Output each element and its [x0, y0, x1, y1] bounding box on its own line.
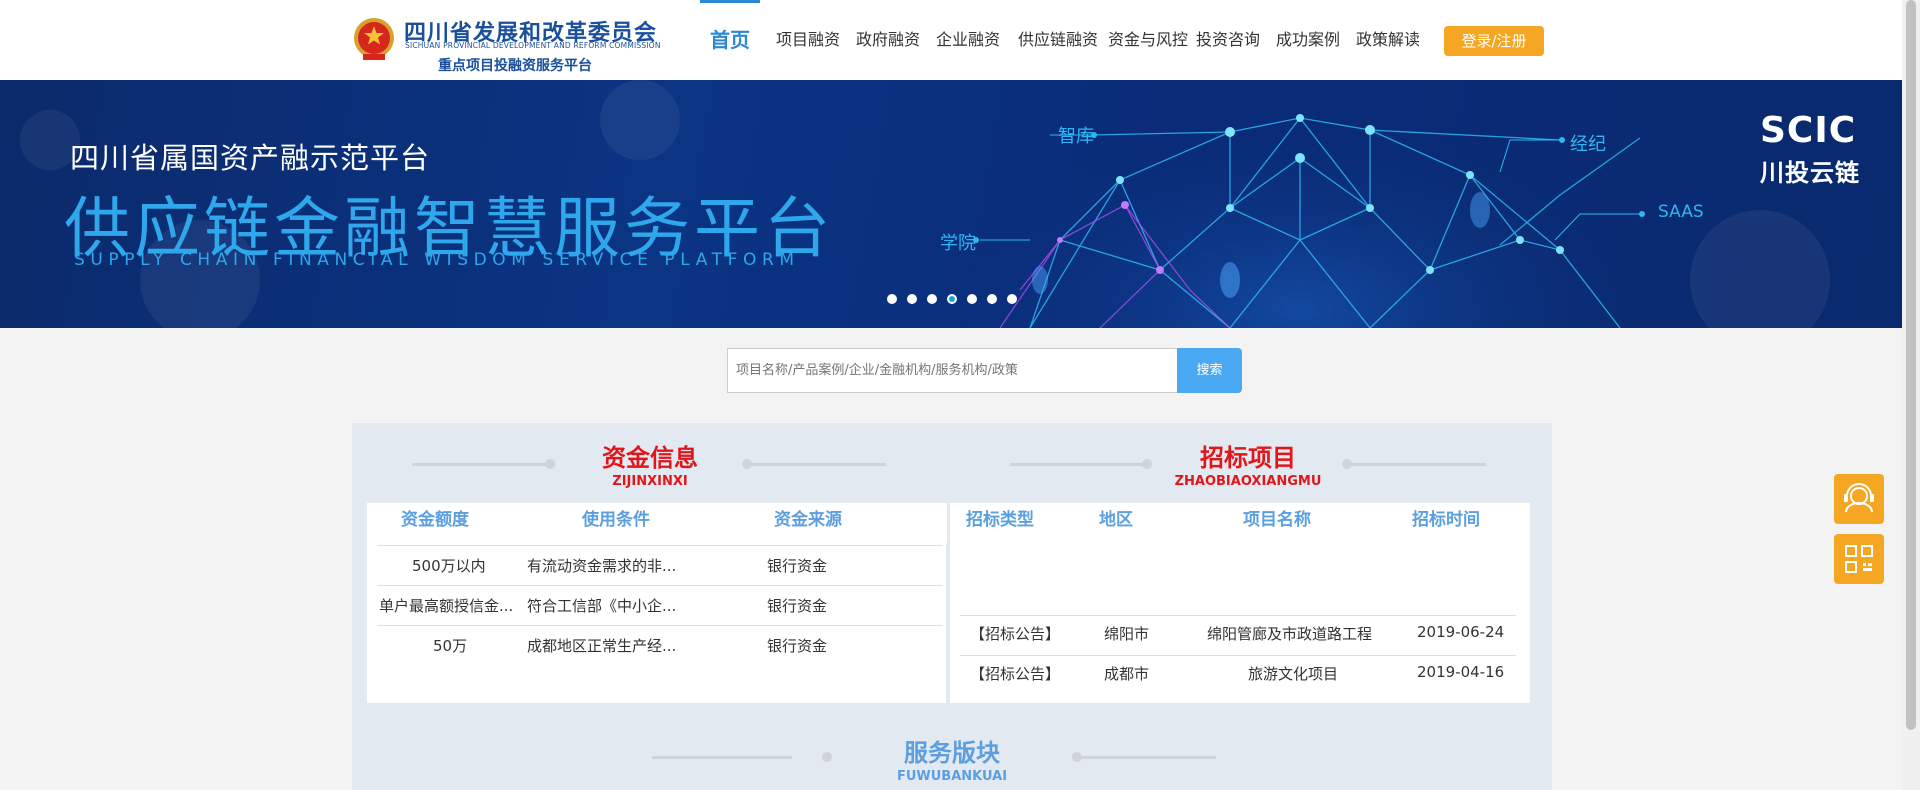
bids-title-cn: 招标项目: [1200, 444, 1296, 472]
bids-cell-project: 旅游文化项目: [1248, 665, 1339, 683]
services-title-cn: 服务版块: [904, 739, 1000, 767]
brand-english: SCIC: [1760, 110, 1857, 151]
funds-cell-source: 银行资金: [767, 597, 828, 615]
banner-label-saas: SAAS: [1658, 202, 1704, 222]
scic-brand-logo: SCIC 川投云链: [1760, 110, 1860, 188]
services-section-title: 服务版块 FUWUBANKUAI: [852, 733, 1052, 784]
funds-table: 资金额度 使用条件 资金来源 500万以内 有流动资金需求的非... 银行资金 …: [367, 503, 947, 703]
national-emblem-icon: [354, 18, 394, 60]
carousel-dot[interactable]: [987, 294, 997, 304]
bids-cell-project: 绵阳管廊及市政道路工程: [1207, 625, 1373, 643]
decor-line: [1346, 463, 1486, 466]
bids-section-title: 招标项目 ZHAOBIAOXIANGMU: [1148, 438, 1348, 489]
bids-col-type: 招标类型: [966, 510, 1034, 530]
funds-col-conditions: 使用条件: [582, 510, 650, 530]
page-scrollbar[interactable]: [1902, 0, 1920, 790]
decor-line: [746, 463, 886, 466]
decor-line: [412, 463, 552, 466]
bids-cell-type: 【招标公告】: [970, 625, 1061, 643]
qrcode-icon: [1845, 545, 1873, 573]
row-divider: [377, 545, 943, 546]
row-divider: [377, 625, 943, 626]
info-section: 资金信息 ZIJINXINXI 招标项目 ZHAOBIAOXIANGMU 资金额…: [352, 423, 1552, 790]
funds-cell-amount: 单户最高额授信金...: [379, 597, 514, 615]
carousel-dot[interactable]: [927, 294, 937, 304]
nav-item-success-cases[interactable]: 成功案例: [1276, 0, 1340, 80]
bids-cell-region: 绵阳市: [1104, 625, 1150, 643]
logo-english: SICHUAN PROVINCIAL DEVELOPMENT AND REFOR…: [405, 41, 661, 50]
panel-divider: [946, 543, 950, 703]
qrcode-button[interactable]: [1834, 534, 1884, 584]
header: 四川省发展和改革委员会 SICHUAN PROVINCIAL DEVELOPME…: [0, 0, 1902, 80]
bids-table: 招标类型 地区 项目名称 招标时间 【招标公告】 绵阳市 绵阳管廊及市政道路工程…: [950, 503, 1530, 703]
nav-item-home[interactable]: 首页: [700, 0, 760, 80]
funds-title-cn: 资金信息: [602, 444, 698, 472]
scrollbar-thumb[interactable]: [1906, 0, 1916, 730]
bids-col-date: 招标时间: [1412, 510, 1480, 530]
hero-banner[interactable]: 四川省属国资产融示范平台 供应链金融智慧服务平台 SUPPLY CHAIN FI…: [0, 80, 1902, 328]
carousel-dot[interactable]: [967, 294, 977, 304]
funds-cell-conditions: 符合工信部《中小企...: [527, 597, 677, 615]
bids-col-project: 项目名称: [1243, 510, 1311, 530]
funds-cell-amount: 500万以内: [412, 557, 486, 575]
decor-dot: [822, 752, 832, 762]
carousel-dot[interactable]: [1007, 294, 1017, 304]
funds-section-title: 资金信息 ZIJINXINXI: [550, 438, 750, 489]
carousel-dot-active[interactable]: [947, 294, 957, 304]
search-button[interactable]: 搜索: [1177, 348, 1242, 393]
decor-line: [1010, 463, 1150, 466]
bids-cell-date: 2019-06-24: [1417, 623, 1505, 641]
nav-item-policy[interactable]: 政策解读: [1356, 0, 1420, 80]
bids-cell-date: 2019-04-16: [1417, 663, 1505, 681]
row-divider: [960, 615, 1516, 616]
nav-item-government-financing[interactable]: 政府融资: [856, 0, 920, 80]
funds-cell-source: 银行资金: [767, 557, 828, 575]
nav-item-enterprise-financing[interactable]: 企业融资: [936, 0, 1000, 80]
brand-chinese: 川投云链: [1760, 159, 1860, 187]
bids-cell-type: 【招标公告】: [970, 665, 1061, 683]
services-title-en: FUWUBANKUAI: [896, 769, 1008, 784]
nav-item-funds-risk[interactable]: 资金与风控: [1108, 0, 1188, 80]
customer-service-icon: [1844, 483, 1874, 513]
funds-col-source: 资金来源: [774, 510, 842, 530]
logo-subtitle: 重点项目投融资服务平台: [438, 58, 592, 74]
banner-subtitle: 四川省属国资产融示范平台: [70, 141, 431, 175]
banner-label-broker: 经纪: [1570, 134, 1606, 155]
funds-cell-conditions: 有流动资金需求的非...: [527, 557, 677, 575]
decor-line: [1076, 756, 1216, 759]
site-logo[interactable]: 四川省发展和改革委员会 SICHUAN PROVINCIAL DEVELOPME…: [352, 13, 672, 74]
funds-title-en: ZIJINXINXI: [612, 474, 688, 489]
funds-cell-amount: 50万: [433, 637, 468, 655]
row-divider: [377, 585, 943, 586]
bids-cell-region: 成都市: [1104, 665, 1150, 683]
row-divider: [960, 655, 1516, 656]
carousel-dot[interactable]: [907, 294, 917, 304]
bids-col-region: 地区: [1099, 510, 1133, 530]
funds-col-amount: 资金额度: [401, 510, 469, 530]
banner-english-title: SUPPLY CHAIN FINANCIAL WISDOM SERVICE PL…: [74, 250, 800, 270]
nav-item-supply-chain-financing[interactable]: 供应链融资: [1018, 0, 1098, 80]
banner-label-think-tank: 智库: [1058, 126, 1094, 147]
carousel-dot[interactable]: [887, 294, 897, 304]
login-register-button[interactable]: 登录/注册: [1444, 26, 1544, 56]
nav-item-investment-consulting[interactable]: 投资咨询: [1196, 0, 1260, 80]
banner-label-academy: 学院: [940, 233, 976, 254]
bids-title-en: ZHAOBIAOXIANGMU: [1174, 474, 1322, 489]
customer-service-button[interactable]: [1834, 474, 1884, 524]
search-input[interactable]: [727, 348, 1178, 393]
decor-line: [652, 756, 792, 759]
nav-item-project-financing[interactable]: 项目融资: [776, 0, 840, 80]
funds-cell-conditions: 成都地区正常生产经...: [527, 637, 677, 655]
funds-cell-source: 银行资金: [767, 637, 828, 655]
